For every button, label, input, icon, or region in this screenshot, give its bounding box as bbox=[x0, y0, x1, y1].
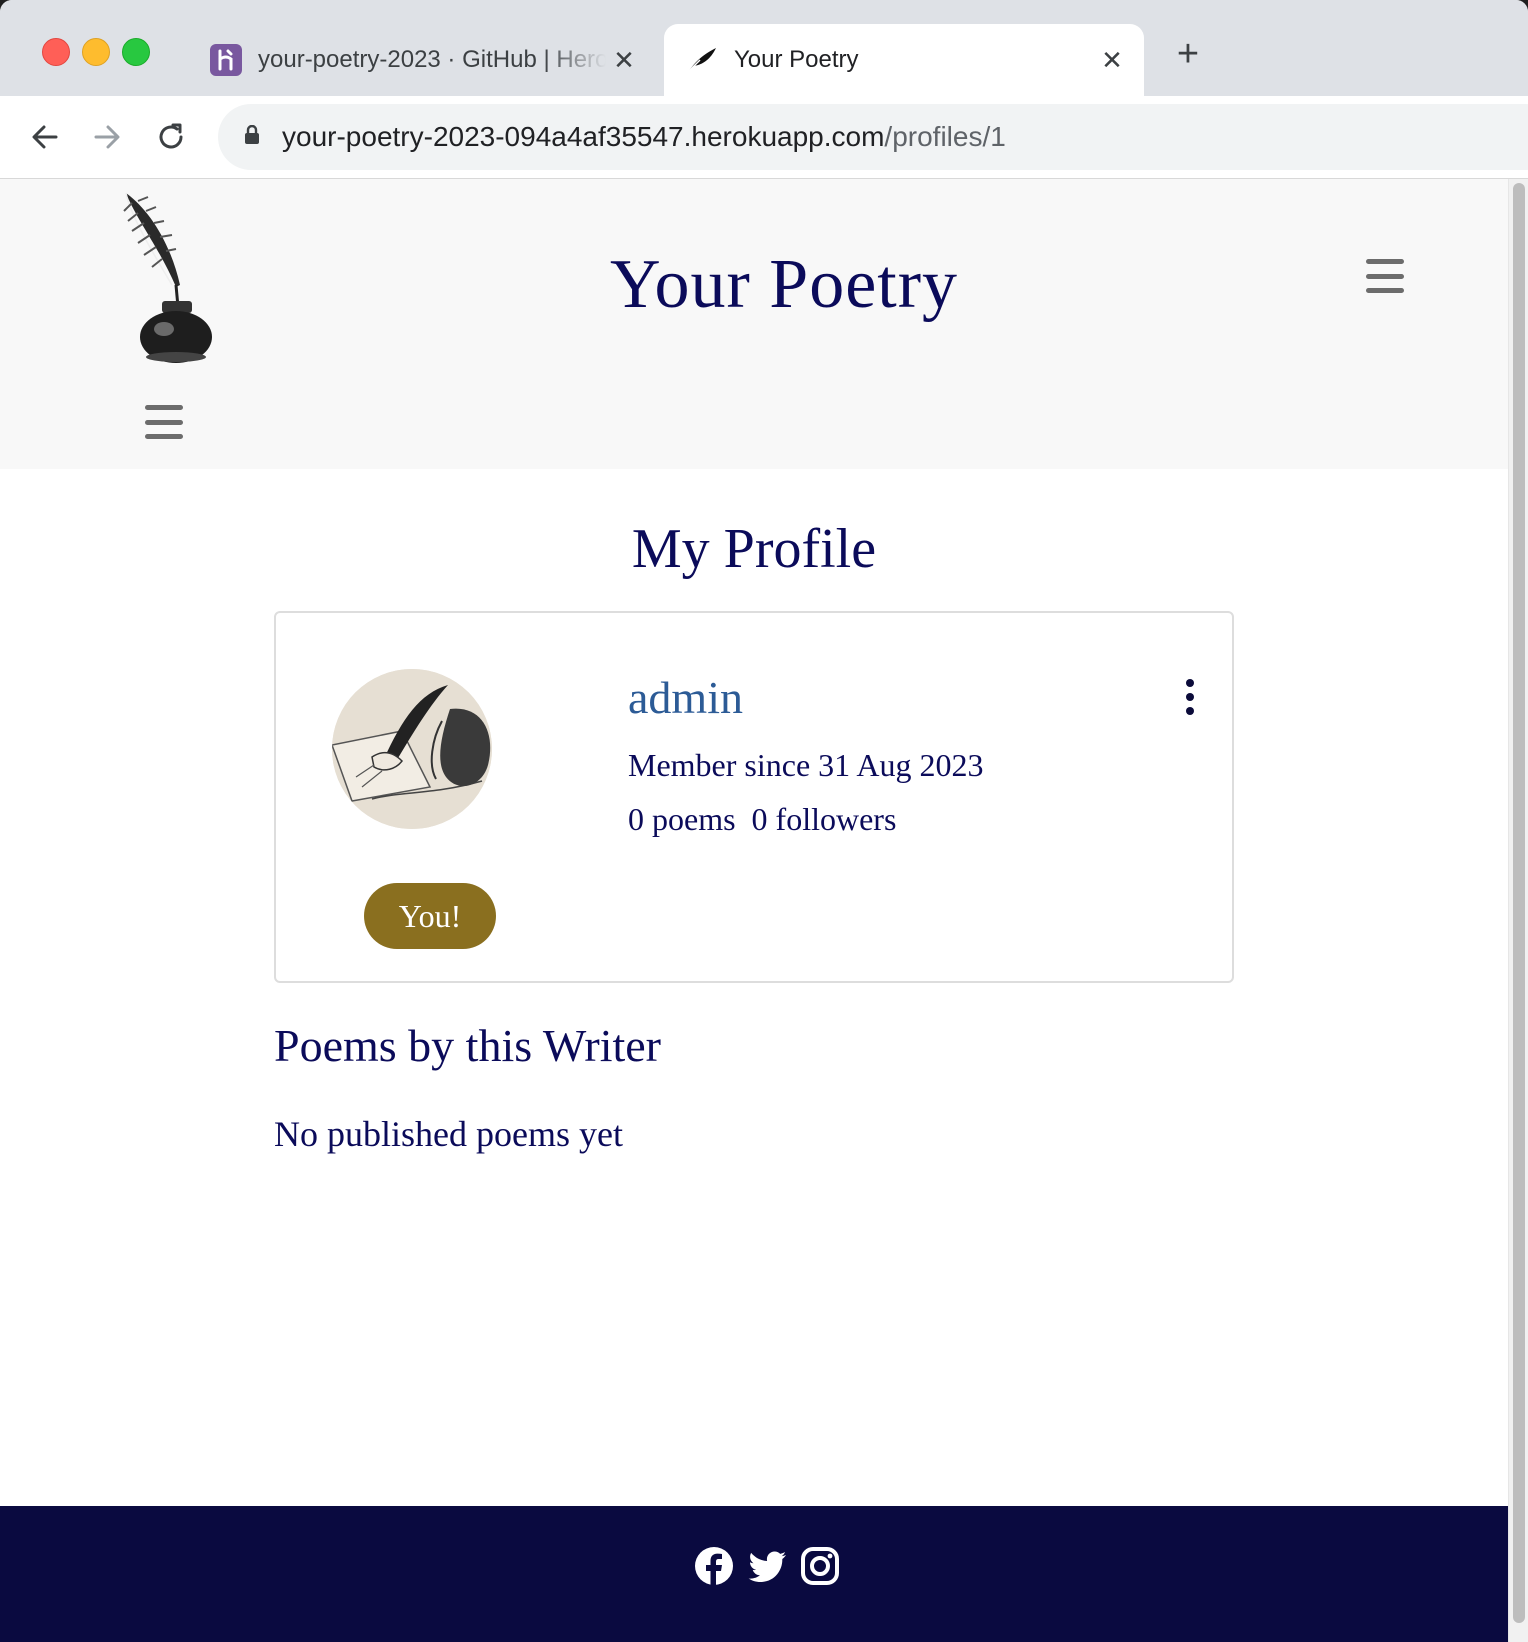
arrow-right-icon bbox=[94, 125, 120, 149]
forward-button[interactable] bbox=[84, 114, 130, 160]
instagram-icon[interactable] bbox=[800, 1546, 840, 1586]
address-bar[interactable]: your-poetry-2023-094a4af35547.herokuapp.… bbox=[218, 104, 1528, 170]
tab-github-heroku[interactable]: your-poetry-2023 · GitHub | Heroku ✕ bbox=[196, 24, 656, 96]
tab-strip: your-poetry-2023 · GitHub | Heroku ✕ You… bbox=[0, 0, 1528, 96]
avatar bbox=[332, 669, 492, 829]
browser-toolbar: your-poetry-2023-094a4af35547.herokuapp.… bbox=[0, 96, 1528, 179]
reload-button[interactable] bbox=[148, 114, 194, 160]
site-footer bbox=[0, 1506, 1508, 1642]
reload-icon bbox=[159, 123, 183, 149]
profile-card: You! admin Member since 31 Aug 2023 0 po… bbox=[274, 611, 1234, 983]
url-text: your-poetry-2023-094a4af35547.herokuapp.… bbox=[282, 121, 1006, 153]
close-window-button[interactable] bbox=[42, 38, 70, 66]
web-page: Your Poetry My Profile You! admin Member… bbox=[0, 179, 1508, 1642]
more-options-icon[interactable] bbox=[1182, 679, 1198, 715]
minimize-window-button[interactable] bbox=[82, 38, 110, 66]
poems-section-heading: Poems by this Writer bbox=[274, 1020, 662, 1071]
browser-window: your-poetry-2023 · GitHub | Heroku ✕ You… bbox=[0, 0, 1528, 1642]
heroku-icon bbox=[210, 44, 242, 76]
vertical-scrollbar[interactable] bbox=[1508, 179, 1528, 1642]
close-tab-icon[interactable]: ✕ bbox=[1094, 45, 1130, 76]
you-badge: You! bbox=[364, 883, 496, 949]
empty-poems-message: No published poems yet bbox=[274, 1114, 623, 1154]
back-button[interactable] bbox=[22, 114, 68, 160]
close-tab-icon[interactable]: ✕ bbox=[606, 45, 642, 76]
profile-stats: 0 poems 0 followers bbox=[628, 801, 897, 837]
hamburger-menu-icon[interactable] bbox=[1366, 259, 1404, 293]
member-since: Member since 31 Aug 2023 bbox=[628, 747, 984, 783]
page-title: My Profile bbox=[631, 518, 877, 580]
twitter-icon[interactable] bbox=[748, 1546, 788, 1586]
new-tab-button[interactable]: + bbox=[1168, 34, 1208, 74]
scrollbar-thumb[interactable] bbox=[1513, 183, 1525, 1623]
profile-username: admin bbox=[628, 672, 743, 723]
tab-title: Your Poetry bbox=[734, 46, 859, 73]
arrow-left-icon bbox=[32, 125, 58, 149]
tab-title: your-poetry-2023 · GitHub | Heroku bbox=[258, 46, 606, 73]
maximize-window-button[interactable] bbox=[122, 38, 150, 66]
url-path: /profiles/1 bbox=[884, 121, 1006, 152]
tab-your-poetry[interactable]: Your Poetry ✕ bbox=[664, 24, 1144, 96]
site-header: Your Poetry bbox=[0, 179, 1508, 469]
hamburger-menu-icon[interactable] bbox=[145, 405, 183, 439]
url-host: your-poetry-2023-094a4af35547.herokuapp.… bbox=[282, 121, 885, 152]
facebook-icon[interactable] bbox=[694, 1546, 734, 1586]
quill-icon bbox=[686, 44, 718, 76]
lock-icon bbox=[244, 124, 260, 150]
site-title[interactable]: Your Poetry bbox=[0, 245, 1528, 325]
